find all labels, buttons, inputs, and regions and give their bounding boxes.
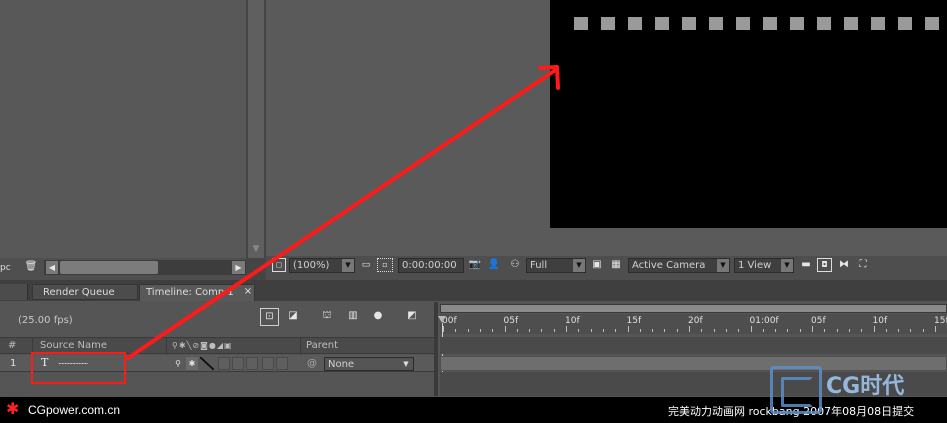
annotation-arrow-line [126, 67, 559, 360]
annotation-arrow [126, 65, 560, 360]
